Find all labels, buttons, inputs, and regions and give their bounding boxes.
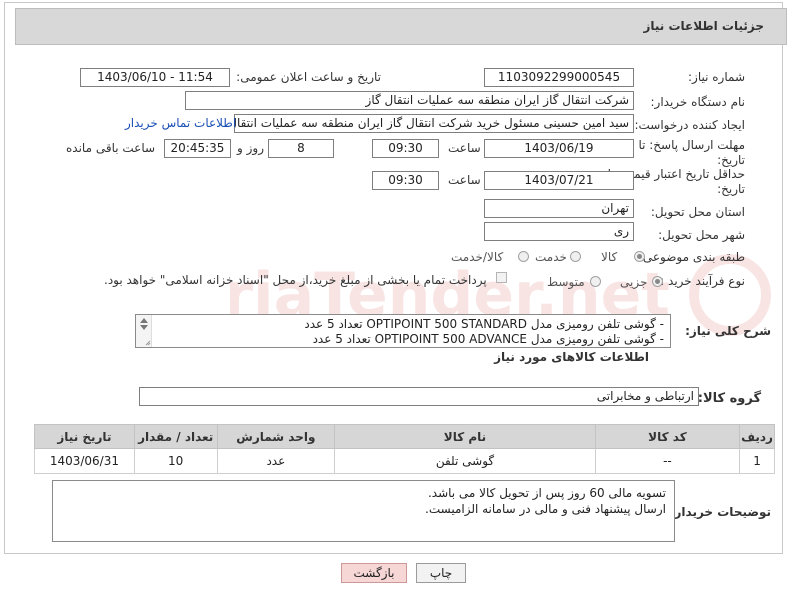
- need-number-label: شماره نیاز:: [688, 70, 745, 84]
- cell-need-date: 1403/06/31: [34, 448, 135, 474]
- description-line-2: - گوشی تلفن رومیزی مدل OPTIPOINT 500 ADV…: [312, 332, 664, 346]
- province-field[interactable]: تهران: [484, 199, 634, 218]
- price-validity-date-field[interactable]: 1403/07/21: [484, 171, 634, 190]
- category-option-goods-service: کالا/خدمت: [451, 250, 504, 264]
- reply-time-label: ساعت: [448, 141, 481, 155]
- treasury-checkbox[interactable]: [496, 272, 507, 283]
- buyer-notes-line-2: ارسال پیشنهاد فنی و مالی در سامانه الزام…: [425, 502, 666, 516]
- description-label: شرح کلی نیاز:: [685, 324, 771, 338]
- buyer-contact-link[interactable]: اطلاعات تماس خریدار: [125, 116, 236, 130]
- purchase-type-radio-medium[interactable]: [590, 276, 601, 287]
- back-button[interactable]: بازگشت: [341, 563, 407, 583]
- need-number-field[interactable]: 1103092299000545: [484, 68, 634, 87]
- description-line-1: - گوشی تلفن رومیزی مدل OPTIPOINT 500 STA…: [304, 317, 664, 331]
- buyer-org-label: نام دستگاه خریدار:: [650, 95, 746, 109]
- reply-date-field[interactable]: 1403/06/19: [484, 139, 634, 158]
- col-header-code: کد کالا: [594, 424, 741, 449]
- price-validity-time-field[interactable]: 09:30: [372, 171, 439, 190]
- category-option-service: خدمت: [535, 250, 567, 264]
- requester-label: ایجاد کننده درخواست:: [634, 118, 745, 132]
- cell-row-number: 1: [739, 448, 775, 474]
- col-header-quantity: تعداد / مقدار: [133, 424, 218, 449]
- print-button[interactable]: چاپ: [416, 563, 466, 583]
- col-header-row: ردیف: [739, 424, 775, 449]
- treasury-note: پرداخت تمام یا بخشی از مبلغ خرید،از محل …: [104, 273, 487, 287]
- category-label: طبقه بندی موضوعی:: [638, 250, 745, 264]
- announce-datetime-label: تاریخ و ساعت اعلان عمومی:: [236, 70, 381, 84]
- scroll-arrows-icon: [140, 318, 151, 346]
- cell-unit: عدد: [216, 448, 336, 474]
- city-field[interactable]: ری: [484, 222, 634, 241]
- reply-days-label: روز و: [237, 141, 264, 155]
- goods-table: تاریخ نیاز تعداد / مقدار واحد شمارش نام …: [34, 424, 775, 474]
- reply-time-field[interactable]: 09:30: [372, 139, 439, 158]
- price-validity-time-label: ساعت: [448, 173, 481, 187]
- requester-field[interactable]: سید امین حسینی مسئول خرید شرکت انتقال گا…: [234, 114, 634, 133]
- reply-deadline-label: مهلت ارسال پاسخ: تا: [638, 138, 745, 152]
- remaining-time-label: ساعت باقی مانده: [66, 141, 156, 155]
- reply-days-field[interactable]: 8: [268, 139, 334, 158]
- buyer-notes-textarea[interactable]: تسویه مالی 60 روز پس از تحویل کالا می با…: [52, 480, 675, 542]
- col-header-name: نام کالا: [334, 424, 596, 449]
- table-row[interactable]: 1403/06/31 10 عدد گوشی تلفن -- 1: [34, 448, 775, 474]
- description-scrollbar[interactable]: [136, 315, 152, 347]
- goods-group-field[interactable]: ارتباطی و مخابراتی: [139, 387, 699, 406]
- buyer-notes-label: توضیحات خریدار:: [669, 505, 771, 519]
- cell-quantity: 10: [133, 448, 218, 474]
- description-textarea[interactable]: - گوشی تلفن رومیزی مدل OPTIPOINT 500 STA…: [135, 314, 671, 348]
- category-option-goods: کالا: [601, 250, 618, 264]
- col-header-unit: واحد شمارش: [216, 424, 336, 449]
- cell-code: --: [594, 448, 741, 474]
- purchase-type-label: نوع فرآیند خرید :: [660, 274, 745, 288]
- goods-section-title: اطلاعات کالاهای مورد نیاز: [494, 350, 649, 364]
- category-radio-goods-service[interactable]: [518, 251, 529, 262]
- goods-group-label: گروه کالا:: [697, 391, 761, 406]
- table-header-row: تاریخ نیاز تعداد / مقدار واحد شمارش نام …: [34, 424, 775, 449]
- buyer-notes-line-1: تسویه مالی 60 روز پس از تحویل کالا می با…: [427, 486, 666, 500]
- category-radio-service[interactable]: [570, 251, 581, 262]
- purchase-type-radio-partial[interactable]: [652, 276, 663, 287]
- buyer-org-field[interactable]: شرکت انتقال گاز ایران منطقه سه عملیات ان…: [185, 91, 634, 110]
- col-header-need-date: تاریخ نیاز: [34, 424, 135, 449]
- announce-datetime-field[interactable]: 1403/06/10 - 11:54: [80, 68, 230, 87]
- remaining-time-field[interactable]: 20:45:35: [164, 139, 231, 158]
- price-validity-label-date: تاریخ:: [717, 182, 745, 196]
- page-header: جزئیات اطلاعات نیاز: [15, 8, 787, 45]
- page-title: جزئیات اطلاعات نیاز: [643, 19, 764, 33]
- cell-name: گوشی تلفن: [334, 448, 596, 474]
- purchase-type-option-partial: جزیی: [620, 275, 648, 289]
- province-label: استان محل تحویل:: [650, 205, 745, 219]
- category-radio-goods[interactable]: [634, 251, 645, 262]
- reply-deadline-label-date: تاریخ:: [717, 153, 745, 167]
- purchase-type-option-medium: متوسط: [547, 275, 585, 289]
- city-label: شهر محل تحویل:: [658, 228, 745, 242]
